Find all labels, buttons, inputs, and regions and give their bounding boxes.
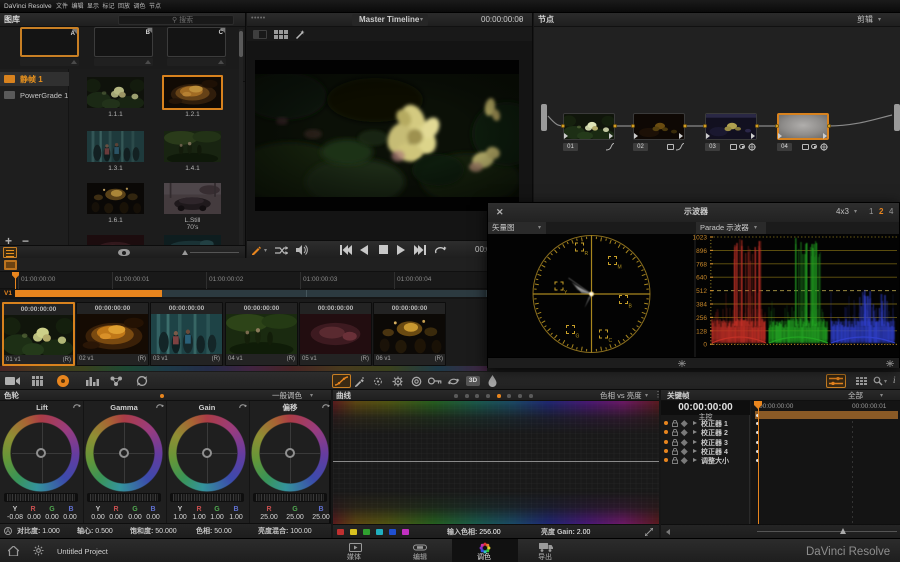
svg-text:256: 256: [696, 315, 707, 322]
svg-text:1023: 1023: [693, 235, 708, 242]
svg-text:128: 128: [696, 328, 707, 335]
svg-text:896: 896: [696, 248, 707, 255]
svg-text:768: 768: [696, 261, 707, 268]
svg-text:640: 640: [696, 275, 707, 282]
svg-text:C: C: [609, 338, 613, 344]
svg-text:G: G: [576, 334, 580, 340]
svg-text:384: 384: [696, 302, 707, 309]
svg-text:M: M: [618, 265, 622, 271]
svg-text:512: 512: [696, 288, 707, 295]
svg-text:0: 0: [703, 342, 707, 349]
svg-text:R: R: [585, 251, 589, 257]
